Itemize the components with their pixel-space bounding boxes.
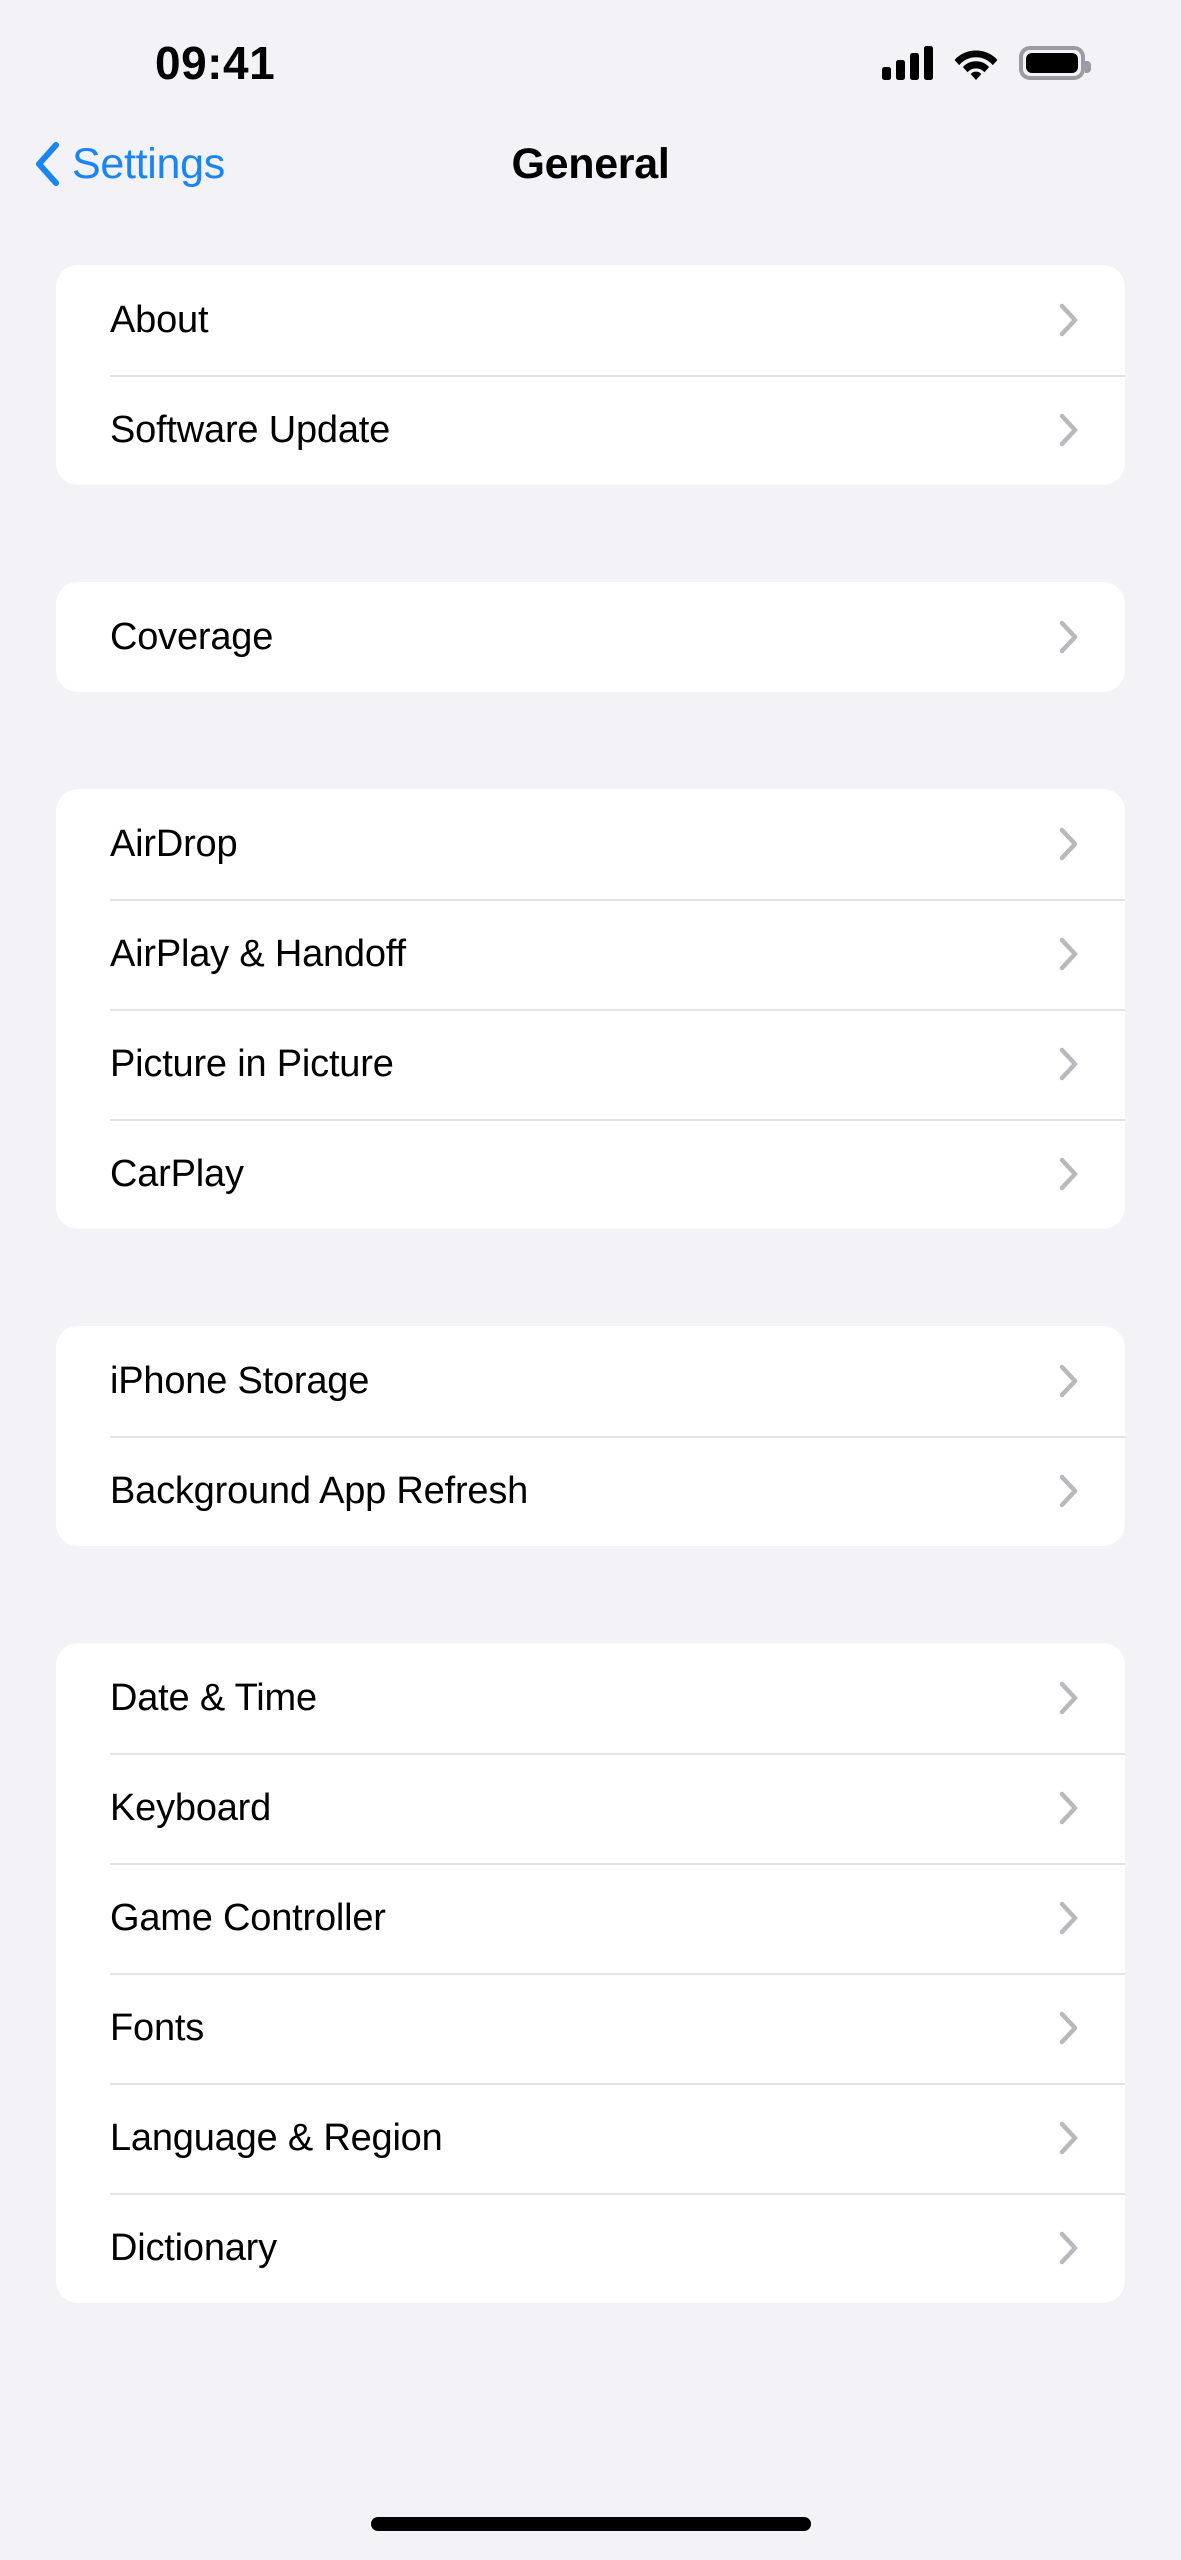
- back-button[interactable]: Settings: [34, 142, 225, 186]
- settings-row-date-time[interactable]: Date & Time: [56, 1643, 1125, 1753]
- status-bar-icons: [882, 46, 1091, 80]
- chevron-right-icon: [1059, 2121, 1078, 2155]
- settings-row-fonts[interactable]: Fonts: [56, 1973, 1125, 2083]
- battery-fill: [1026, 53, 1078, 73]
- chevron-right-icon: [1059, 1681, 1078, 1715]
- navigation-bar: Settings General: [0, 120, 1181, 208]
- row-label: iPhone Storage: [110, 1360, 370, 1402]
- chevron-right-icon: [1059, 937, 1078, 971]
- chevron-right-icon: [1059, 1791, 1078, 1825]
- row-label: Game Controller: [110, 1897, 386, 1939]
- settings-row-keyboard[interactable]: Keyboard: [56, 1753, 1125, 1863]
- status-bar: 09:41: [0, 0, 1181, 120]
- row-label: Software Update: [110, 409, 391, 451]
- row-label: Fonts: [110, 2007, 205, 2049]
- cellular-signal-icon: [882, 46, 933, 80]
- settings-row-dictionary[interactable]: Dictionary: [56, 2193, 1125, 2303]
- settings-row-carplay[interactable]: CarPlay: [56, 1119, 1125, 1229]
- settings-row-picture-in-picture[interactable]: Picture in Picture: [56, 1009, 1125, 1119]
- row-label: Coverage: [110, 616, 274, 658]
- list-top-spacer: [56, 208, 1125, 265]
- row-label: Keyboard: [110, 1787, 272, 1829]
- chevron-right-icon: [1059, 2231, 1078, 2265]
- row-label: About: [110, 299, 209, 341]
- settings-row-language-region[interactable]: Language & Region: [56, 2083, 1125, 2193]
- chevron-left-icon: [36, 142, 59, 186]
- status-bar-time: 09:41: [155, 37, 276, 89]
- settings-row-background-app-refresh[interactable]: Background App Refresh: [56, 1436, 1125, 1546]
- chevron-right-icon: [1059, 827, 1078, 861]
- row-label: CarPlay: [110, 1153, 244, 1195]
- wifi-icon: [954, 50, 998, 80]
- row-label: Background App Refresh: [110, 1470, 529, 1512]
- settings-row-about[interactable]: About: [56, 265, 1125, 375]
- row-label: Language & Region: [110, 2117, 443, 2159]
- home-indicator-bar[interactable]: [370, 2517, 811, 2531]
- settings-row-software-update[interactable]: Software Update: [56, 375, 1125, 485]
- settings-group-storage: iPhone Storage Background App Refresh: [56, 1326, 1125, 1546]
- chevron-right-icon: [1059, 620, 1078, 654]
- row-label: Dictionary: [110, 2227, 277, 2269]
- chevron-right-icon: [1059, 303, 1078, 337]
- settings-list: About Software Update Coverage AirDrop A…: [0, 208, 1181, 2488]
- chevron-right-icon: [1059, 1047, 1078, 1081]
- settings-row-airdrop[interactable]: AirDrop: [56, 789, 1125, 899]
- chevron-right-icon: [1059, 1901, 1078, 1935]
- home-indicator-area: [0, 2488, 1181, 2560]
- row-label: AirDrop: [110, 823, 238, 865]
- chevron-right-icon: [1059, 413, 1078, 447]
- battery-full-icon: [1019, 46, 1091, 80]
- row-label: AirPlay & Handoff: [110, 933, 406, 975]
- chevron-right-icon: [1059, 1364, 1078, 1398]
- settings-row-coverage[interactable]: Coverage: [56, 582, 1125, 692]
- settings-row-airplay-handoff[interactable]: AirPlay & Handoff: [56, 899, 1125, 1009]
- settings-group-coverage: Coverage: [56, 582, 1125, 692]
- back-button-label: Settings: [72, 139, 225, 188]
- chevron-right-icon: [1059, 1157, 1078, 1191]
- row-label: Date & Time: [110, 1677, 317, 1719]
- settings-row-game-controller[interactable]: Game Controller: [56, 1863, 1125, 1973]
- iphone-screen: 09:41 Settings General About Software Up…: [0, 0, 1181, 2560]
- chevron-right-icon: [1059, 1474, 1078, 1508]
- settings-row-iphone-storage[interactable]: iPhone Storage: [56, 1326, 1125, 1436]
- row-label: Picture in Picture: [110, 1043, 394, 1085]
- settings-group-device-info: About Software Update: [56, 265, 1125, 485]
- settings-group-connectivity: AirDrop AirPlay & Handoff Picture in Pic…: [56, 789, 1125, 1229]
- chevron-right-icon: [1059, 2011, 1078, 2045]
- settings-group-localization: Date & Time Keyboard Game Controller Fon…: [56, 1643, 1125, 2303]
